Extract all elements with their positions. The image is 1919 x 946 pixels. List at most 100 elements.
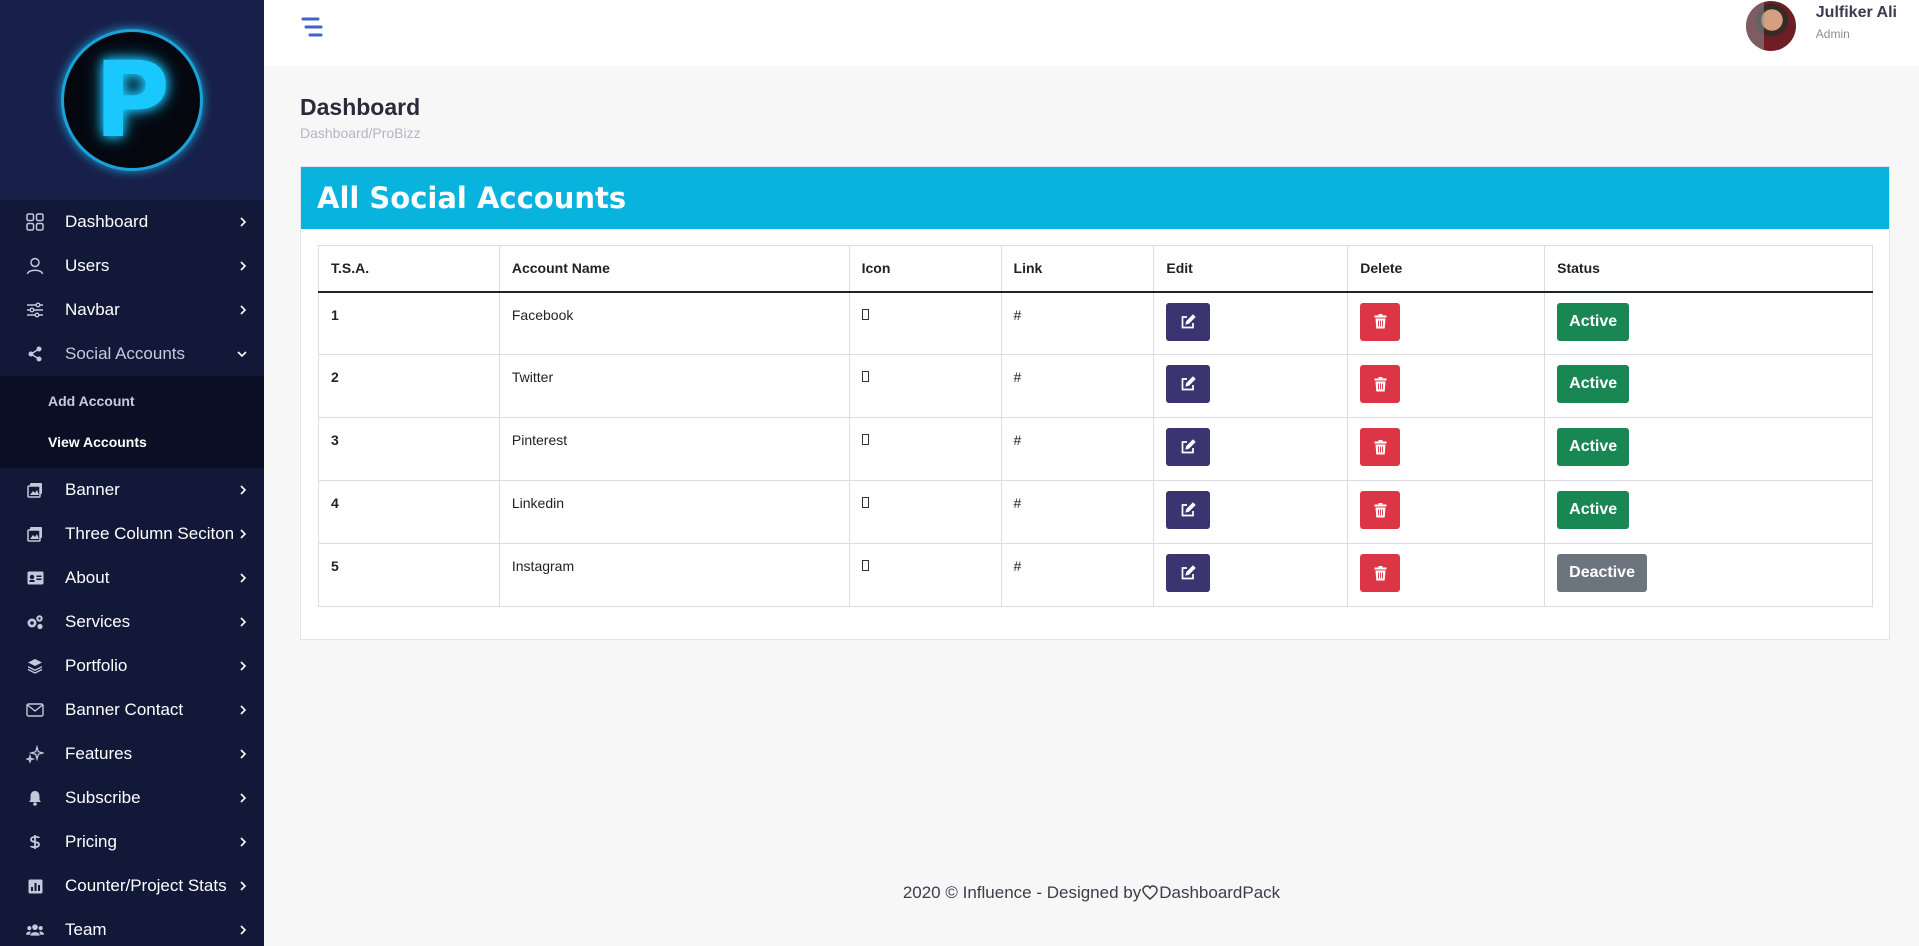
images-icon <box>26 481 44 499</box>
dollar-icon <box>26 833 44 851</box>
delete-button[interactable] <box>1360 428 1401 466</box>
account-name: Instagram <box>498 543 850 607</box>
status-toggle-button[interactable]: Active <box>1557 491 1630 529</box>
footer: 2020 © Influence - Designed by DashboardP… <box>264 883 1919 905</box>
footer-text: 2020 © Influence - Designed by <box>902 883 1142 902</box>
delete-button[interactable] <box>1360 554 1401 592</box>
submenu-view-accounts[interactable]: View Accounts <box>0 421 264 462</box>
column-header: Status <box>1544 245 1873 293</box>
card-title: All Social Accounts <box>317 181 627 215</box>
edit-icon <box>1182 565 1197 580</box>
chevron-right-icon <box>238 792 248 804</box>
account-link[interactable]: # <box>1000 291 1155 355</box>
avatar <box>1745 1 1796 51</box>
delete-cell <box>1347 480 1546 544</box>
sidebar-item-team[interactable]: Team <box>0 908 264 946</box>
column-header: T.S.A. <box>318 245 500 293</box>
delete-button[interactable] <box>1360 491 1401 529</box>
topbar: Julfiker Ali Admin <box>264 0 1919 66</box>
table-row: 1 Facebook # Active <box>318 291 1873 355</box>
delete-button[interactable] <box>1360 365 1401 403</box>
sidebar-item-banner[interactable]: Banner <box>0 468 264 512</box>
account-link[interactable]: # <box>1000 480 1155 544</box>
chevron-right-icon <box>238 660 248 672</box>
edit-button[interactable] <box>1166 365 1211 403</box>
delete-cell <box>1347 543 1546 607</box>
trash-icon <box>1374 439 1387 454</box>
table-row: 4 Linkedin # Active <box>318 480 1873 544</box>
sidebar-item-banner-contact[interactable]: Banner Contact <box>0 688 264 732</box>
chart-icon <box>26 877 44 895</box>
sidebar-item-label: About <box>65 568 110 587</box>
status-toggle-button[interactable]: Deactive <box>1557 554 1647 592</box>
table-header-row: T.S.A. Account Name Icon Link Edit Delet… <box>318 245 1873 293</box>
column-header: Icon <box>848 245 1002 293</box>
sidebar-item-pricing[interactable]: Pricing <box>0 820 264 864</box>
logo[interactable]: P <box>61 29 203 171</box>
account-link[interactable]: # <box>1000 417 1155 481</box>
chevron-right-icon <box>238 616 248 628</box>
account-link[interactable]: # <box>1000 354 1155 418</box>
missing-glyph-icon <box>861 434 869 445</box>
user-profile[interactable]: Julfiker Ali Admin <box>1745 0 1897 54</box>
status-toggle-button[interactable]: Active <box>1557 428 1630 466</box>
id-card-icon <box>26 569 44 587</box>
sidebar-item-subscribe[interactable]: Subscribe <box>0 776 264 820</box>
row-number: 3 <box>318 417 500 481</box>
icon-cell <box>848 417 1002 481</box>
status-toggle-button[interactable]: Active <box>1557 302 1630 341</box>
footer-link[interactable]: DashboardPack <box>1159 883 1280 902</box>
hamburger-menu-icon[interactable] <box>298 16 324 38</box>
sidebar-item-label: Dashboard <box>65 212 149 231</box>
row-number: 5 <box>318 543 500 607</box>
delete-cell <box>1347 291 1546 355</box>
sidebar-item-social-accounts[interactable]: Social Accounts <box>0 332 264 376</box>
breadcrumb: Dashboard/ProBizz <box>300 125 421 141</box>
account-link[interactable]: # <box>1000 543 1155 607</box>
sidebar-item-services[interactable]: Services <box>0 600 264 644</box>
sidebar-item-users[interactable]: Users <box>0 244 264 288</box>
sidebar-item-label: Services <box>65 612 131 631</box>
sidebar-item-three-column-section[interactable]: Three Column Seciton <box>0 512 264 556</box>
sidebar-item-label: Counter/Project Stats <box>65 876 227 895</box>
sidebar-item-label: Navbar <box>65 300 120 319</box>
edit-button[interactable] <box>1166 428 1211 466</box>
icon-cell <box>848 354 1002 418</box>
sidebar-item-dashboard[interactable]: Dashboard <box>0 200 264 244</box>
chevron-down-icon <box>236 349 248 359</box>
edit-cell <box>1153 291 1349 355</box>
missing-glyph-icon <box>861 497 869 508</box>
sidebar-item-counter-project-stats[interactable]: Counter/Project Stats <box>0 864 264 908</box>
delete-cell <box>1347 354 1546 418</box>
edit-icon <box>1182 439 1197 454</box>
status-toggle-button[interactable]: Active <box>1557 365 1630 403</box>
table-row: 3 Pinterest # Active <box>318 417 1873 481</box>
missing-glyph-icon <box>861 560 869 571</box>
chevron-right-icon <box>238 836 248 848</box>
chevron-right-icon <box>238 260 248 272</box>
sidebar-item-about[interactable]: About <box>0 556 264 600</box>
edit-button[interactable] <box>1166 302 1211 341</box>
sidebar-item-navbar[interactable]: Navbar <box>0 288 264 332</box>
sidebar-item-label: Users <box>65 256 110 275</box>
delete-button[interactable] <box>1360 302 1401 341</box>
card-header: All Social Accounts <box>301 167 1889 229</box>
trash-icon <box>1374 376 1387 391</box>
sidebar-item-portfolio[interactable]: Portfolio <box>0 644 264 688</box>
chevron-right-icon <box>238 304 248 316</box>
chevron-right-icon <box>238 216 248 228</box>
user-icon <box>26 257 44 275</box>
submenu-add-account[interactable]: Add Account <box>0 380 264 421</box>
edit-button[interactable] <box>1166 554 1211 592</box>
sidebar-item-features[interactable]: Features <box>0 732 264 776</box>
trash-icon <box>1374 565 1387 580</box>
grid-icon <box>26 213 44 231</box>
account-name: Twitter <box>498 354 850 418</box>
trash-icon <box>1374 314 1387 329</box>
images-icon <box>26 525 44 543</box>
edit-cell <box>1153 354 1349 418</box>
bell-icon <box>26 789 44 807</box>
edit-button[interactable] <box>1166 491 1211 529</box>
account-name: Linkedin <box>498 480 850 544</box>
social-accounts-table: T.S.A. Account Name Icon Link Edit Delet… <box>318 245 1873 607</box>
